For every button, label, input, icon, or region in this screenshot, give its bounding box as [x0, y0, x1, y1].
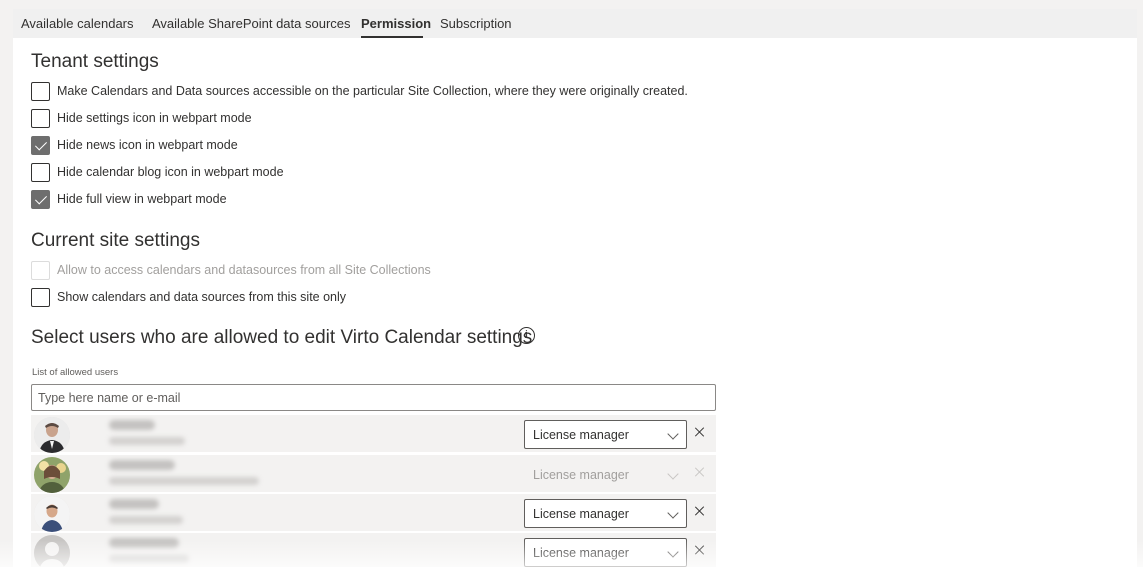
user-name-blurred: Alexey Linnik	[109, 420, 155, 430]
role-dropdown-value: License manager	[533, 468, 629, 482]
chevron-down-icon	[667, 428, 679, 440]
tab-subscription[interactable]: Subscription	[440, 16, 512, 31]
user-row: Alexey Linnik al@virtosoftware.com Licen…	[31, 415, 716, 453]
tenant-option-hide-settings-icon[interactable]: Hide settings icon in webpart mode	[31, 108, 252, 128]
checkbox[interactable]	[31, 108, 50, 128]
user-row: Marina Conquest Marina.Conquest@virtosof…	[31, 455, 716, 493]
checkbox-label: Allow to access calendars and datasource…	[57, 263, 431, 277]
checkbox-label: Show calendars and data sources from thi…	[57, 290, 347, 304]
tenant-option-site-collection[interactable]: Make Calendars and Data sources accessib…	[31, 81, 688, 101]
checkbox[interactable]	[31, 162, 50, 182]
allowed-users-title: Select users who are allowed to edit Vir…	[31, 327, 533, 348]
tenant-option-hide-full-view[interactable]: Hide full view in webpart mode	[31, 189, 227, 209]
person-photo-icon	[34, 496, 70, 532]
tenant-option-hide-news-icon[interactable]: Hide news icon in webpart mode	[31, 135, 238, 155]
close-icon[interactable]	[693, 504, 707, 518]
checkbox-label: Hide settings icon in webpart mode	[57, 111, 252, 125]
chevron-down-icon	[667, 546, 679, 558]
allowed-users-field-label: List of allowed users	[32, 367, 119, 378]
tab-bar: Available calendars Available SharePoint…	[13, 9, 1137, 38]
allowed-users-list: Alexey Linnik al@virtosoftware.com Licen…	[31, 413, 716, 567]
user-row: Sergi Sinyugin s@virtosoftware.com Licen…	[31, 494, 716, 532]
user-email-blurred: Marina.Conquest@virtosoftware.com	[109, 477, 259, 485]
user-email-blurred: tm@virtosoftware.com	[109, 555, 189, 563]
role-dropdown-value: License manager	[533, 428, 629, 442]
role-dropdown-value: License manager	[533, 507, 629, 521]
avatar	[34, 496, 70, 532]
info-icon[interactable]: i	[518, 327, 535, 344]
avatar	[34, 417, 70, 453]
close-icon[interactable]	[693, 543, 707, 557]
active-tab-indicator	[361, 36, 423, 38]
checkbox-disabled	[31, 260, 50, 280]
tenant-settings-title: Tenant settings	[31, 51, 159, 72]
user-email-blurred: s@virtosoftware.com	[109, 516, 183, 524]
site-option-allow-all-collections: Allow to access calendars and datasource…	[31, 260, 431, 280]
user-row: Taras Malkhasyan tm@virtosoftware.com Li…	[31, 533, 716, 567]
checkbox-checked[interactable]	[31, 135, 50, 155]
user-name-blurred: Sergi Sinyugin	[109, 499, 159, 509]
role-dropdown-value: License manager	[533, 546, 629, 560]
checkbox[interactable]	[31, 287, 50, 307]
default-user-icon	[34, 535, 70, 567]
checkbox-checked[interactable]	[31, 189, 50, 209]
person-photo-icon	[34, 417, 70, 453]
user-name-blurred: Taras Malkhasyan	[109, 538, 179, 548]
site-option-this-site-only[interactable]: Show calendars and data sources from thi…	[31, 287, 346, 307]
role-dropdown-disabled: License manager	[524, 460, 687, 489]
checkbox-label: Make Calendars and Data sources accessib…	[57, 84, 688, 98]
avatar	[34, 535, 70, 567]
tab-permission[interactable]: Permission	[361, 16, 431, 31]
checkbox-label: Hide news icon in webpart mode	[57, 138, 238, 152]
chevron-down-icon	[667, 468, 679, 480]
role-dropdown[interactable]: License manager	[524, 420, 687, 449]
chevron-down-icon	[667, 507, 679, 519]
tab-available-calendars[interactable]: Available calendars	[21, 16, 134, 31]
checkbox-label: Hide full view in webpart mode	[57, 192, 227, 206]
tab-available-sharepoint-data-sources[interactable]: Available SharePoint data sources	[152, 16, 351, 31]
person-photo-icon	[34, 457, 70, 493]
role-dropdown[interactable]: License manager	[524, 538, 687, 567]
checkbox[interactable]	[31, 81, 50, 101]
close-icon	[693, 465, 707, 479]
tenant-option-hide-calendar-blog-icon[interactable]: Hide calendar blog icon in webpart mode	[31, 162, 284, 182]
current-site-settings-title: Current site settings	[31, 230, 200, 251]
user-name-blurred: Marina Conquest	[109, 460, 175, 470]
settings-panel: Available calendars Available SharePoint…	[13, 9, 1137, 567]
people-picker-input[interactable]	[31, 384, 716, 411]
close-icon[interactable]	[693, 425, 707, 439]
user-email-blurred: al@virtosoftware.com	[109, 437, 185, 445]
role-dropdown[interactable]: License manager	[524, 499, 687, 528]
avatar	[34, 457, 70, 493]
checkbox-label: Hide calendar blog icon in webpart mode	[57, 165, 284, 179]
